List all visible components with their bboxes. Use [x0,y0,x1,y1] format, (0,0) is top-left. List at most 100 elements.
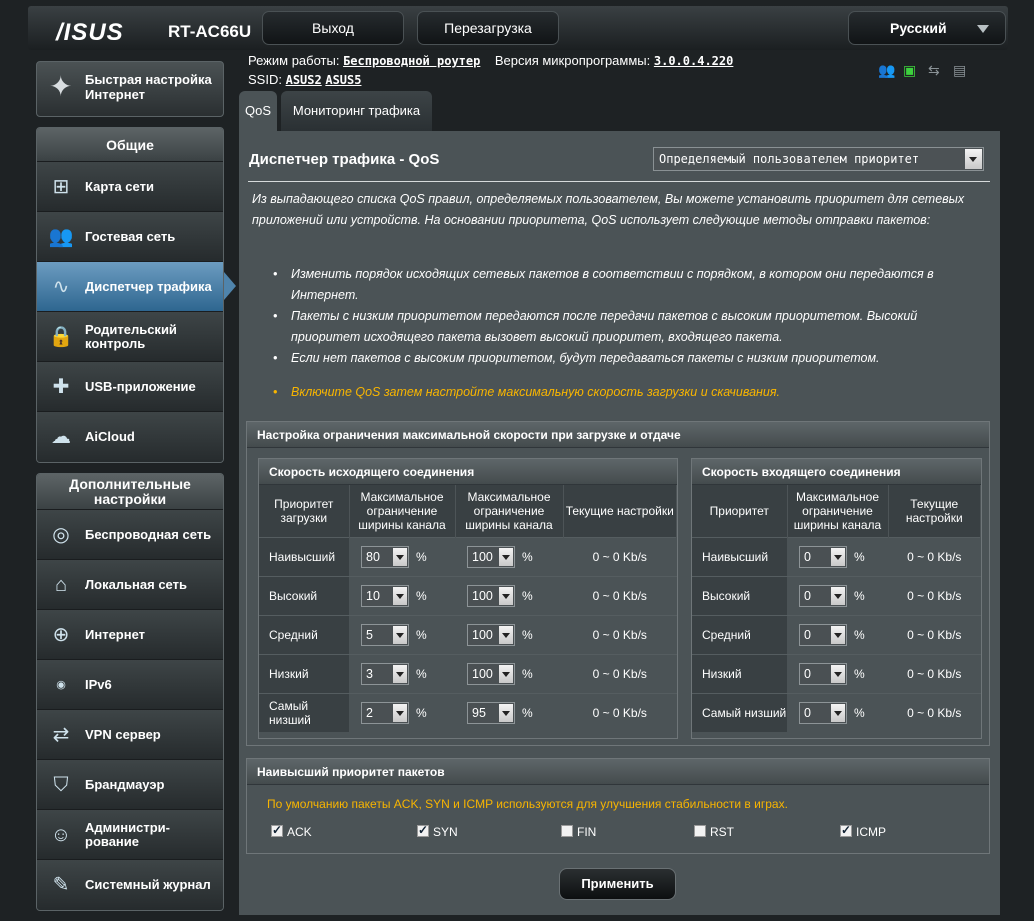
chevron-down-icon [831,625,845,644]
upload-max-select[interactable]: 100 [467,545,515,568]
language-select[interactable]: Русский [848,11,1006,45]
qos-description: Из выпадающего списка QoS правил, опреде… [252,192,965,227]
sidebar-item-lan[interactable]: ⌂ Локальная сеть [37,560,223,610]
magic-wand-icon: ✦ [49,71,73,102]
percent-sign: % [854,666,865,681]
vpn-icon: ⇄ [52,724,70,746]
sidebar-item-parental-control[interactable]: 🔒 Родительский контроль [37,312,223,362]
checkbox-label: ACK [287,825,312,839]
select-value: 2 [366,705,373,720]
download-limit-select[interactable]: 0 [799,584,847,607]
upload-min-select[interactable]: 80 [361,545,409,568]
ssid-link-2[interactable]: ASUS5 [325,73,361,87]
select-value: 0 [804,666,811,681]
sidebar-item-label: Карта сети [85,178,154,194]
bandwidth-settings-title: Настройка ограничения максимальной скоро… [247,422,989,448]
ack-checkbox[interactable]: ACK [271,823,312,839]
priority-label: Самый низший [259,692,349,732]
general-menu: Общие ⊞ Карта сети 👥 Гостевая сеть ∿ Дис… [36,127,224,463]
icmp-checkbox[interactable]: ICMP [840,823,886,839]
lock-icon: 🔒 [48,326,74,348]
upload-min-select[interactable]: 5 [361,623,409,646]
reboot-button[interactable]: Перезагрузка [417,11,559,45]
firmware-version-link[interactable]: 3.0.0.4.220 [654,54,733,68]
download-priority-table: Приоритет Максимальное ограничение ширин… [692,485,981,732]
syn-checkbox[interactable]: SYN [417,823,458,839]
rst-checkbox[interactable]: RST [694,825,734,839]
qos-mode-value: Определяемый пользователем приоритет [659,152,920,166]
priority-packets-note: По умолчанию пакеты ACK, SYN и ICMP испо… [267,797,788,811]
upload-max-select[interactable]: 100 [467,584,515,607]
operation-mode-link[interactable]: Беспроводной роутер [343,54,480,68]
current-setting: 0 ~ 0 Kb/s [888,536,981,576]
checkbox-label: RST [710,825,734,839]
upload-min-select[interactable]: 2 [361,701,409,724]
table-row: Средний 5% 100% 0 ~ 0 Kb/s [259,614,677,654]
sidebar-item-network-map[interactable]: ⊞ Карта сети [37,162,223,212]
download-limit-select[interactable]: 0 [799,545,847,568]
quick-internet-setup[interactable]: ✦ Быстрая настройка Интернет [36,61,224,117]
sidebar-item-firewall[interactable]: ⛉ Брандмауэр [37,760,223,810]
logout-button[interactable]: Выход [262,11,404,45]
table-row: Высокий 10% 100% 0 ~ 0 Kb/s [259,575,677,615]
sidebar-item-system-log[interactable]: ✎ Системный журнал [37,860,223,910]
percent-sign: % [854,627,865,642]
sidebar-item-aicloud[interactable]: ☁ AiCloud [37,412,223,462]
sidebar-item-guest-network[interactable]: 👥 Гостевая сеть [37,212,223,262]
current-setting: 0 ~ 0 Kb/s [888,575,981,615]
clients-icon[interactable]: 👥 [878,63,896,77]
download-limit-select[interactable]: 0 [799,623,847,646]
priority-label: Наивысший [692,536,787,576]
printer-icon[interactable]: ▤ [953,63,971,77]
qos-mode-select[interactable]: Определяемый пользователем приоритет [653,147,984,171]
column-header: Приоритет загрузки [259,485,350,537]
percent-sign: % [522,549,533,564]
checkbox-label: FIN [577,825,597,839]
top-bar: /ISUS RT-AC66U Выход Перезагрузка Русски… [28,6,1008,50]
checkbox-box[interactable] [417,823,429,837]
tab-qos[interactable]: QoS [239,91,277,131]
chevron-down-icon [831,664,845,683]
upload-min-select[interactable]: 3 [361,662,409,685]
current-setting: 0 ~ 0 Kb/s [563,536,677,576]
sidebar-item-ipv6[interactable]: ◉ IPv6 [37,660,223,710]
upload-min-select[interactable]: 10 [361,584,409,607]
percent-sign: % [854,588,865,603]
sidebar-item-label: USB-приложение [85,378,196,394]
fin-checkbox[interactable]: FIN [561,825,596,839]
ssid-link-1[interactable]: ASUS2 [286,73,322,87]
upload-max-select[interactable]: 100 [467,623,515,646]
sidebar-item-label: Брандмауэр [85,776,165,792]
apply-button[interactable]: Применить [559,868,676,900]
sidebar-item-usb-app[interactable]: ✚ USB-приложение [37,362,223,412]
table-row: Низкий 3% 100% 0 ~ 0 Kb/s [259,653,677,693]
sidebar-item-vpn[interactable]: ⇄ VPN сервер [37,710,223,760]
upload-max-select[interactable]: 95 [467,701,515,724]
sidebar-item-internet[interactable]: ⊕ Интернет [37,610,223,660]
cloud-icon: ☁ [51,426,71,448]
chevron-down-icon [977,25,989,33]
download-limit-select[interactable]: 0 [799,662,847,685]
sidebar-item-wireless[interactable]: ◎ Беспроводная сеть [37,510,223,560]
checkbox-box[interactable] [840,823,852,837]
current-setting: 0 ~ 0 Kb/s [888,692,981,732]
download-limit-select[interactable]: 0 [799,701,847,724]
upload-max-select[interactable]: 100 [467,662,515,685]
select-value: 0 [804,705,811,720]
asus-logo: /ISUS [56,19,124,46]
sidebar-item-administration[interactable]: ☺ Администри-рование [37,810,223,860]
percent-sign: % [854,705,865,720]
usb-icon[interactable]: ⇆ [928,63,946,77]
checkbox-box[interactable] [271,823,283,837]
current-setting: 0 ~ 0 Kb/s [563,575,677,615]
checkbox-box[interactable] [561,825,573,837]
network-icon[interactable]: ▣ [903,63,921,77]
tab-traffic-monitor[interactable]: Мониторинг трафика [281,91,432,131]
chevron-down-icon [393,703,407,722]
chevron-down-icon [831,547,845,566]
percent-sign: % [416,549,427,564]
qos-methods-list: Изменить порядок исходящих сетевых пакет… [273,264,983,403]
sidebar-item-traffic-manager[interactable]: ∿ Диспетчер трафика [37,262,223,312]
checkbox-box[interactable] [694,825,706,837]
ssid-label: SSID: [248,72,282,87]
